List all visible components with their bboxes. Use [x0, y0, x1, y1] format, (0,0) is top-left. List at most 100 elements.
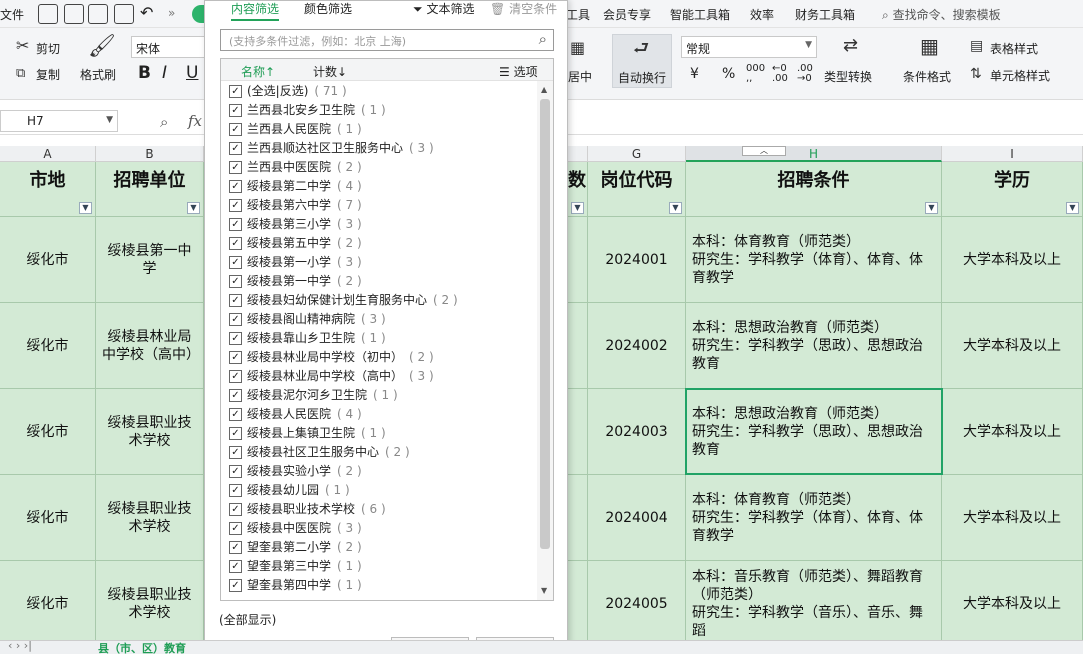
checkbox-checked-icon[interactable]: ✓ — [229, 579, 242, 592]
header-cell-city[interactable]: 市地 ▼ — [0, 162, 96, 217]
cell-unit[interactable]: 绥棱县林业局中学校（高中） — [96, 303, 204, 389]
cell-blankF[interactable] — [568, 389, 588, 475]
filter-item[interactable]: ✓ 望奎县第二小学 ( 2 ) — [229, 538, 362, 556]
filter-item[interactable]: ✓ 绥棱县第一中学 ( 2 ) — [229, 272, 362, 290]
type-convert-button[interactable]: 类型转换 — [824, 68, 872, 85]
options-button[interactable]: ☰ 选项 — [499, 63, 538, 80]
thousands-button[interactable]: 000,, — [746, 64, 765, 84]
cell-edu[interactable]: 大学本科及以上 — [942, 561, 1083, 647]
table-style-button[interactable]: 表格样式 — [990, 40, 1038, 57]
filter-dropdown-icon[interactable]: ▼ — [925, 202, 938, 214]
header-cell-unit[interactable]: 招聘单位 ▼ — [96, 162, 204, 217]
filter-item[interactable]: ✓ 绥棱县人民医院 ( 4 ) — [229, 405, 362, 423]
menu-tools[interactable]: 工具 — [566, 6, 590, 23]
filter-dropdown-icon[interactable]: ▼ — [79, 202, 92, 214]
tab-color-filter[interactable]: 颜色筛选 — [304, 1, 352, 21]
cell-unit[interactable]: 绥棱县第一中学 — [96, 217, 204, 303]
checkbox-checked-icon[interactable]: ✓ — [229, 275, 242, 288]
filter-item[interactable]: ✓ 绥棱县第六中学 ( 7 ) — [229, 196, 362, 214]
cell-blankF[interactable] — [568, 561, 588, 647]
undo-icon[interactable]: ↶ — [140, 3, 153, 22]
filter-search-input[interactable]: (支持多条件过滤，例如：北京 上海) ⌕ — [220, 29, 554, 51]
checkbox-checked-icon[interactable]: ✓ — [229, 123, 242, 136]
sheet-tab-active[interactable]: 县（市、区）教育 — [98, 640, 186, 654]
filter-item[interactable]: ✓ 绥棱县林业局中学校（高中） ( 3 ) — [229, 367, 434, 385]
cell-cond[interactable]: 本科：思想政治教育（师范类） 研究生：学科教学（思政）、思想政治教育 — [686, 303, 942, 389]
filter-item[interactable]: ✓ 绥棱县第五中学 ( 2 ) — [229, 234, 362, 252]
checkbox-checked-icon[interactable]: ✓ — [229, 389, 242, 402]
cell-cond[interactable]: 本科：音乐教育（师范类）、舞蹈教育（师范类） 研究生：学科教学（音乐）、音乐、舞… — [686, 561, 942, 647]
checkbox-checked-icon[interactable]: ✓ — [229, 161, 242, 174]
show-all-link[interactable]: (全部显示) — [219, 611, 276, 628]
header-cell-count[interactable]: 数 ▼ — [568, 162, 588, 217]
wrap-text-button[interactable]: ⮐ 自动换行 — [612, 34, 672, 88]
checkbox-checked-icon[interactable]: ✓ — [229, 351, 242, 364]
sort-by-name-button[interactable]: 名称↑ — [241, 63, 275, 80]
cell-cond[interactable]: 本科：体育教育（师范类） 研究生：学科教学（体育）、体育、体育教学 — [686, 217, 942, 303]
filter-item[interactable]: ✓ 绥棱县社区卫生服务中心 ( 2 ) — [229, 443, 410, 461]
scroll-down-icon[interactable]: ▼ — [541, 586, 547, 595]
print-icon[interactable] — [88, 4, 108, 24]
filter-item[interactable]: ✓ 绥棱县幼儿园 ( 1 ) — [229, 481, 350, 499]
save-icon[interactable] — [38, 4, 58, 24]
copy-button[interactable]: 复制 — [36, 66, 60, 83]
column-header-b[interactable]: B — [96, 146, 204, 162]
cell-cond[interactable]: 本科：思想政治教育（师范类） 研究生：学科教学（思政）、思想政治教育 — [686, 389, 942, 475]
checkbox-checked-icon[interactable]: ✓ — [229, 237, 242, 250]
cell-edu[interactable]: 大学本科及以上 — [942, 217, 1083, 303]
checkbox-checked-icon[interactable]: ✓ — [229, 104, 242, 117]
cell-blankF[interactable] — [568, 475, 588, 561]
filter-dropdown-icon[interactable]: ▼ — [669, 202, 682, 214]
filter-item[interactable]: ✓ 绥棱县泥尔河乡卫生院 ( 1 ) — [229, 386, 398, 404]
cell-unit[interactable]: 绥棱县职业技术学校 — [96, 475, 204, 561]
checkbox-checked-icon[interactable]: ✓ — [229, 313, 242, 326]
filter-item[interactable]: ✓ 绥棱县上集镇卫生院 ( 1 ) — [229, 424, 386, 442]
cell-code[interactable]: 2024004 — [588, 475, 686, 561]
filter-item[interactable]: ✓ 绥棱县中医医院 ( 3 ) — [229, 519, 362, 537]
scrollbar-thumb[interactable] — [540, 99, 550, 549]
currency-button[interactable]: ¥ — [690, 66, 699, 82]
search-icon[interactable]: ⌕ — [539, 30, 547, 48]
name-box[interactable]: H7 ▼ — [0, 110, 118, 132]
collapse-chevron-icon[interactable]: ︿ — [742, 146, 786, 156]
text-filter-button[interactable]: ⏷ 文本筛选 — [413, 1, 474, 21]
checkbox-checked-icon[interactable]: ✓ — [229, 332, 242, 345]
filter-item[interactable]: ✓ 绥棱县阁山精神病院 ( 3 ) — [229, 310, 386, 328]
clear-filter-button[interactable]: 🗑 清空条件 — [490, 1, 557, 21]
conditional-format-button[interactable]: 条件格式 — [903, 68, 951, 85]
percent-button[interactable]: % — [722, 66, 735, 82]
checkbox-checked-icon[interactable]: ✓ — [229, 560, 242, 573]
column-header-a[interactable]: A — [0, 146, 96, 162]
menu-efficiency[interactable]: 效率 — [750, 6, 774, 23]
fx-icon[interactable]: fx — [188, 112, 202, 130]
decrease-decimal-button[interactable]: .00 →0 — [797, 64, 813, 84]
sheet-nav-icon[interactable]: ‹ › ›| — [8, 639, 32, 652]
filter-item[interactable]: ✓ 兰西县北安乡卫生院 ( 1 ) — [229, 101, 386, 119]
merge-center-button[interactable]: 居中 — [568, 68, 592, 85]
checkbox-checked-icon[interactable]: ✓ — [229, 85, 242, 98]
underline-button[interactable]: U — [186, 63, 198, 83]
cell-city[interactable]: 绥化市 — [0, 303, 96, 389]
zoom-icon[interactable]: ⌕ — [160, 113, 168, 131]
sort-by-count-button[interactable]: 计数↓ — [313, 63, 347, 80]
increase-decimal-button[interactable]: ←0.00 — [772, 64, 788, 84]
column-header-h[interactable]: H — [686, 146, 942, 162]
cell-unit[interactable]: 绥棱县职业技术学校 — [96, 561, 204, 647]
more-chevron-icon[interactable]: » — [168, 6, 175, 20]
cell-code[interactable]: 2024005 — [588, 561, 686, 647]
header-cell-code[interactable]: 岗位代码 ▼ — [588, 162, 686, 217]
checkbox-checked-icon[interactable]: ✓ — [229, 218, 242, 231]
font-name-select[interactable]: 宋体 — [131, 36, 211, 58]
checkbox-checked-icon[interactable]: ✓ — [229, 503, 242, 516]
filter-item[interactable]: ✓ 兰西县人民医院 ( 1 ) — [229, 120, 362, 138]
cell-style-button[interactable]: 单元格样式 — [990, 67, 1050, 84]
italic-button[interactable]: I — [162, 63, 167, 83]
scroll-up-icon[interactable]: ▲ — [541, 85, 547, 94]
filter-dropdown-icon[interactable]: ▼ — [1066, 202, 1079, 214]
filter-item[interactable]: ✓ 绥棱县职业技术学校 ( 6 ) — [229, 500, 386, 518]
filter-list-scrollbar[interactable]: ▲ ▼ — [537, 81, 553, 600]
export-icon[interactable] — [64, 4, 84, 24]
filter-item[interactable]: ✓ 望奎县第三中学 ( 1 ) — [229, 557, 362, 575]
filter-item[interactable]: ✓ 绥棱县实验小学 ( 2 ) — [229, 462, 362, 480]
cell-cond[interactable]: 本科：体育教育（师范类） 研究生：学科教学（体育）、体育、体育教学 — [686, 475, 942, 561]
